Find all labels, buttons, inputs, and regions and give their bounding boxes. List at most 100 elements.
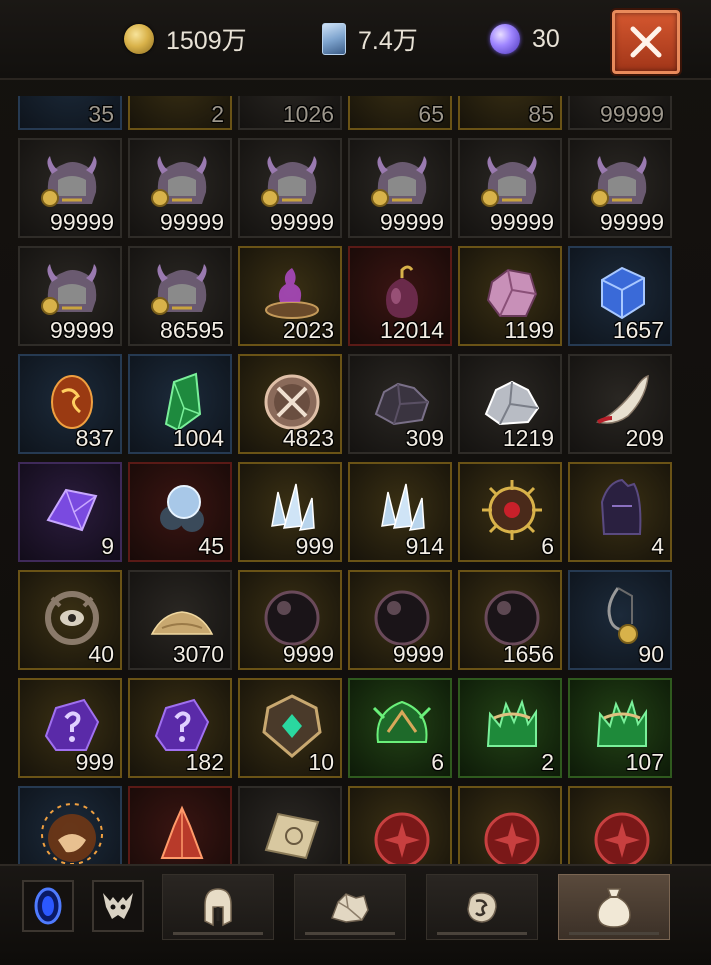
orb-currency: 30 bbox=[490, 22, 560, 56]
inventory-slot[interactable]: 6 bbox=[348, 678, 452, 778]
inventory-slot[interactable] bbox=[348, 786, 452, 864]
inventory-slot[interactable]: 40 bbox=[18, 570, 122, 670]
item-quantity: 6 bbox=[431, 749, 444, 775]
inventory-slot[interactable]: 35 bbox=[18, 96, 122, 130]
item-quantity: 9 bbox=[101, 533, 114, 559]
inventory-slot[interactable] bbox=[238, 786, 342, 864]
inventory-slot[interactable]: 45 bbox=[128, 462, 232, 562]
tab-underline bbox=[437, 932, 527, 935]
inventory-slot[interactable] bbox=[128, 786, 232, 864]
green-thorn-crown-icon bbox=[478, 692, 546, 760]
inventory-slot[interactable]: 1004 bbox=[128, 354, 232, 454]
inventory-slot[interactable]: 65 bbox=[348, 96, 452, 130]
inventory-slot[interactable]: 837 bbox=[18, 354, 122, 454]
item-quantity: 209 bbox=[625, 425, 664, 451]
inventory-grid: 35 2 1026 65 85 99999 99999 99999 99999 99999 9999… bbox=[18, 96, 674, 864]
item-quantity: 12014 bbox=[380, 317, 444, 343]
inventory-slot[interactable]: 9 bbox=[18, 462, 122, 562]
red-flame-crystal-icon bbox=[148, 800, 216, 864]
shadow-helm-icon bbox=[588, 476, 656, 544]
bottom-toolbar bbox=[0, 864, 711, 965]
item-quantity: 35 bbox=[88, 101, 114, 127]
item-quantity: 99999 bbox=[600, 101, 664, 127]
item-quantity: 999 bbox=[75, 749, 114, 775]
portal-button[interactable] bbox=[22, 880, 74, 932]
inventory-slot[interactable]: 2 bbox=[128, 96, 232, 130]
fire-demon-icon bbox=[38, 800, 106, 864]
inventory-slot[interactable]: 309 bbox=[348, 354, 452, 454]
inventory-slot[interactable] bbox=[18, 786, 122, 864]
tab-bag[interactable] bbox=[558, 874, 670, 940]
inventory-slot[interactable]: 3070 bbox=[128, 570, 232, 670]
item-quantity: 4 bbox=[651, 533, 664, 559]
inventory-slot[interactable]: 90 bbox=[568, 570, 672, 670]
blue-portal-icon bbox=[34, 887, 62, 925]
inventory-slot[interactable]: 107 bbox=[568, 678, 672, 778]
tab-materials[interactable] bbox=[294, 874, 406, 940]
inventory-slot[interactable] bbox=[458, 786, 562, 864]
item-quantity: 309 bbox=[405, 425, 444, 451]
inventory-slot[interactable]: 1199 bbox=[458, 246, 562, 346]
item-quantity: 2 bbox=[211, 101, 224, 127]
inventory-slot[interactable] bbox=[568, 786, 672, 864]
inventory-slot[interactable]: 1219 bbox=[458, 354, 562, 454]
close-button[interactable] bbox=[612, 10, 680, 74]
item-quantity: 90 bbox=[638, 641, 664, 667]
inventory-slot[interactable]: 99999 bbox=[568, 96, 672, 130]
item-quantity: 4823 bbox=[282, 425, 334, 451]
item-quantity: 86595 bbox=[160, 317, 224, 343]
inventory-slot[interactable]: 9999 bbox=[348, 570, 452, 670]
inventory-slot[interactable]: 1657 bbox=[568, 246, 672, 346]
inventory-slot[interactable]: 99999 bbox=[348, 138, 452, 238]
inventory-slot[interactable]: 12014 bbox=[348, 246, 452, 346]
inventory-slot[interactable]: 9999 bbox=[238, 570, 342, 670]
inventory-slot[interactable]: 2 bbox=[458, 678, 562, 778]
item-quantity: 40 bbox=[88, 641, 114, 667]
gold-item-icon bbox=[148, 96, 216, 112]
purple-crystal-icon bbox=[38, 476, 106, 544]
inventory-slot[interactable]: 1026 bbox=[238, 96, 342, 130]
inventory-slot[interactable]: 99999 bbox=[238, 138, 342, 238]
item-quantity: 9999 bbox=[392, 641, 444, 667]
spiked-sigil-icon bbox=[478, 476, 546, 544]
tab-equipment[interactable] bbox=[162, 874, 274, 940]
inventory-slot[interactable]: 99999 bbox=[18, 138, 122, 238]
inventory-slot[interactable]: 1656 bbox=[458, 570, 562, 670]
inventory-slot[interactable]: 6 bbox=[458, 462, 562, 562]
helmet-icon bbox=[204, 888, 232, 927]
inventory-slot[interactable]: 182 bbox=[128, 678, 232, 778]
item-quantity: 99999 bbox=[490, 209, 554, 235]
inventory-slot[interactable]: 914 bbox=[348, 462, 452, 562]
inventory-slot[interactable]: 4 bbox=[568, 462, 672, 562]
item-quantity: 1219 bbox=[502, 425, 554, 451]
inventory-slot[interactable]: 99999 bbox=[18, 246, 122, 346]
inventory-slot[interactable]: 86595 bbox=[128, 246, 232, 346]
item-quantity: 1026 bbox=[282, 101, 334, 127]
red-seal-icon bbox=[588, 800, 656, 864]
item-quantity: 182 bbox=[185, 749, 224, 775]
tab-runes[interactable] bbox=[426, 874, 538, 940]
card-currency: 7.4万 bbox=[322, 22, 418, 56]
gold-currency: 1509万 bbox=[124, 22, 247, 56]
inventory-slot[interactable]: 99999 bbox=[458, 138, 562, 238]
inventory-slot[interactable]: 4823 bbox=[238, 354, 342, 454]
inventory-slot[interactable]: 99999 bbox=[128, 138, 232, 238]
inventory-slot[interactable]: 999 bbox=[238, 462, 342, 562]
inventory-slot[interactable]: 999 bbox=[18, 678, 122, 778]
item-quantity: 1657 bbox=[612, 317, 664, 343]
demon-mask-button[interactable] bbox=[92, 880, 144, 932]
red-seal-icon bbox=[478, 800, 546, 864]
gold-amount: 1509万 bbox=[166, 27, 247, 55]
inventory-slot[interactable]: 209 bbox=[568, 354, 672, 454]
inventory-slot[interactable]: 2023 bbox=[238, 246, 342, 346]
item-quantity: 6 bbox=[541, 533, 554, 559]
inventory-slot[interactable]: 99999 bbox=[568, 138, 672, 238]
currency-bar: 1509万 7.4万 30 bbox=[0, 0, 711, 80]
item-quantity: 65 bbox=[418, 101, 444, 127]
scroll-map-icon bbox=[258, 800, 326, 864]
item-quantity: 85 bbox=[528, 101, 554, 127]
green-thorn-helm-icon bbox=[368, 692, 436, 760]
inventory-window: 1509万 7.4万 30 35 2 1026 65 85 99999 99999 99999… bbox=[0, 0, 711, 965]
inventory-slot[interactable]: 85 bbox=[458, 96, 562, 130]
inventory-slot[interactable]: 10 bbox=[238, 678, 342, 778]
